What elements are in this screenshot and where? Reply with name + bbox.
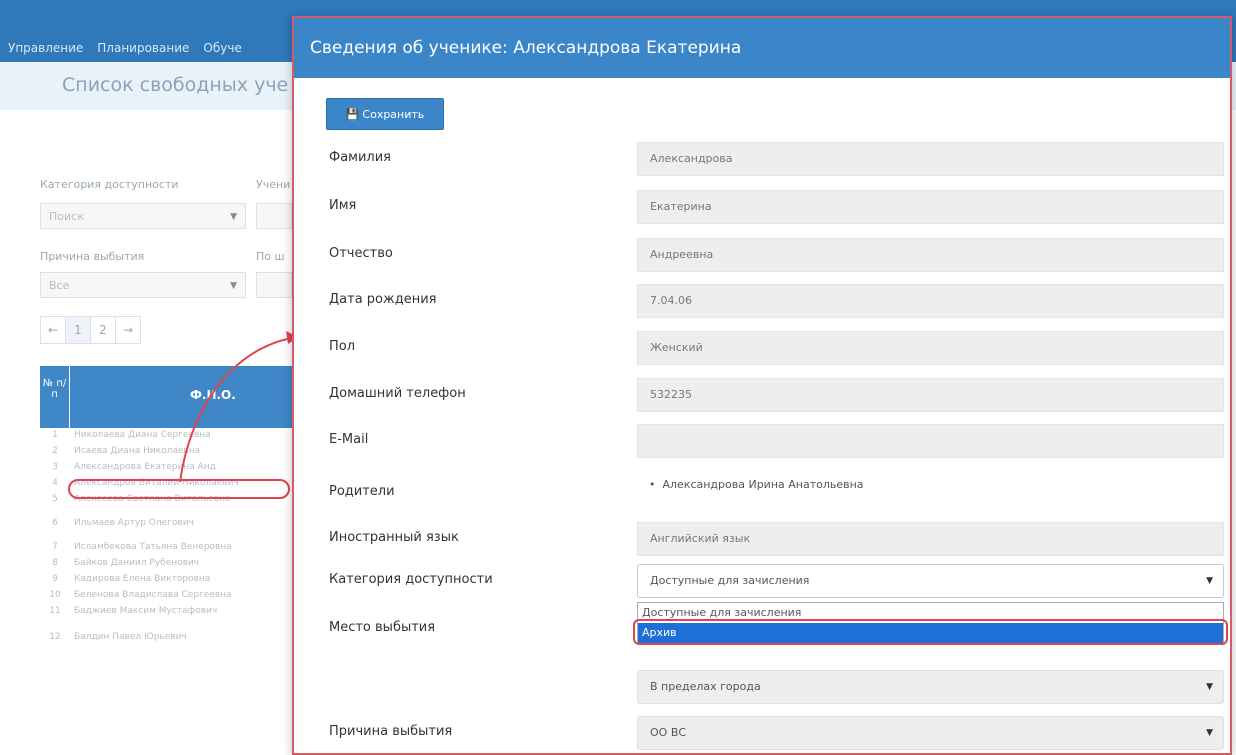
gender-label: Пол [329, 339, 356, 354]
birthdate-label: Дата рождения [329, 292, 437, 307]
departure-place-label: Место выбытия [329, 620, 436, 635]
table-row[interactable]: 12 Балдин Павел Юрьевич [40, 632, 300, 648]
nav-item-management[interactable]: Управление [8, 36, 83, 60]
table-row[interactable]: 9 Кадирова Елена Викторовна [40, 574, 300, 590]
email-field[interactable] [637, 424, 1224, 458]
chevron-down-icon: ▼ [1206, 576, 1213, 586]
home-phone-field[interactable]: 532235 [637, 378, 1224, 412]
table-row[interactable]: 8 Байков Даниил Рубенович [40, 558, 300, 574]
selected-row-highlight [68, 479, 290, 499]
by-filter-label: По ш [256, 250, 285, 263]
field-row-name: Имя Екатерина [294, 190, 1230, 226]
field-row-departure-reason: Причина выбытия ОО ВС ▼ [294, 716, 1230, 752]
chevron-down-icon: ▼ [1206, 728, 1213, 738]
pager-page-1[interactable]: 1 [65, 316, 91, 344]
students-filter-select[interactable] [256, 203, 292, 229]
field-row-parents: Родители • Александрова Ирина Анатольевн… [294, 470, 1230, 506]
birthdate-field[interactable]: 7.04.06 [637, 284, 1224, 318]
home-phone-label: Домашний телефон [329, 386, 466, 401]
departure-reason-label: Причина выбытия [329, 724, 453, 739]
departure-reason-select[interactable]: ОО ВС ▼ [637, 716, 1224, 750]
pager-page-2[interactable]: 2 [90, 316, 116, 344]
chevron-down-icon: ▼ [230, 281, 237, 291]
table-row[interactable]: 6 Ильмаев Артур Олегович [40, 518, 300, 542]
field-row-home-phone: Домашний телефон 532235 [294, 378, 1230, 414]
language-field[interactable]: Английский язык [637, 522, 1224, 556]
departure-place-value: В пределах города [650, 680, 761, 693]
save-button-label: Сохранить [362, 108, 425, 121]
student-details-modal: Сведения об ученике: Александрова Екатер… [292, 16, 1232, 755]
category-filter-value: Поиск [49, 210, 84, 223]
floppy-disk-icon: 💾 [345, 108, 360, 121]
category-select[interactable]: Доступные для зачисления ▼ [637, 564, 1224, 598]
name-label: Имя [329, 198, 357, 213]
departure-reason-value: ОО ВС [650, 726, 687, 739]
category-select-value: Доступные для зачисления [650, 574, 810, 587]
category-label: Категория доступности [329, 572, 493, 587]
chevron-down-icon: ▼ [1206, 682, 1213, 692]
category-filter-select[interactable]: Поиск ▼ [40, 203, 246, 229]
table-row[interactable]: 7 Исламбекова Татьяна Венеровна [40, 542, 300, 558]
field-row-patronymic: Отчество Андреевна [294, 238, 1230, 274]
table-row[interactable]: 3 Александрова Екатерина Анд [40, 462, 300, 478]
pagination: ← 1 2 → [40, 316, 141, 344]
field-row-gender: Пол Женский [294, 331, 1230, 367]
pager-next[interactable]: → [115, 316, 141, 344]
email-label: E-Mail [329, 432, 369, 447]
field-row-departure-place: Место выбытия [294, 612, 1230, 648]
field-row-email: E-Mail [294, 424, 1230, 460]
parent-list-item[interactable]: • Александрова Ирина Анатольевна [649, 478, 864, 491]
students-table-body: 1 Николаева Диана Сергеевна 2 Исаева Диана… [40, 430, 300, 648]
modal-title: Сведения об ученике: Александрова Екатер… [294, 18, 1230, 78]
language-label: Иностранный язык [329, 530, 459, 545]
table-row[interactable]: 10 Беленова Владислава Сергеевна [40, 590, 300, 606]
table-row[interactable]: 11 Баджиев Максим Мустафович [40, 606, 300, 632]
reason-filter-label: Причина выбытия [40, 250, 145, 263]
parents-label: Родители [329, 484, 395, 499]
nav-item-education[interactable]: Обуче [203, 36, 241, 60]
main-nav: Управление Планирование Обуче [0, 36, 242, 60]
surname-field[interactable]: Александрова [637, 142, 1224, 176]
reason-filter-value: Все [49, 279, 70, 292]
patronymic-field[interactable]: Андреевна [637, 238, 1224, 272]
field-row-language: Иностранный язык Английский язык [294, 522, 1230, 558]
students-filter-label: Учени [256, 178, 291, 191]
reason-filter-select[interactable]: Все ▼ [40, 272, 246, 298]
page-title: Список свободных уче [62, 74, 289, 96]
nav-item-planning[interactable]: Планирование [97, 36, 189, 60]
pager-prev[interactable]: ← [40, 316, 66, 344]
field-row-category: Категория доступности Доступные для зачи… [294, 564, 1230, 600]
students-table-header: № п/п Ф.И.О. [40, 366, 300, 428]
table-row[interactable]: 2 Исаева Диана Николаевна [40, 446, 300, 462]
col-header-name: Ф.И.О. [190, 388, 236, 402]
save-button[interactable]: 💾 Сохранить [326, 98, 444, 130]
name-field[interactable]: Екатерина [637, 190, 1224, 224]
chevron-down-icon: ▼ [230, 212, 237, 222]
field-row-surname: Фамилия Александрова [294, 142, 1230, 178]
table-row[interactable]: 1 Николаева Диана Сергеевна [40, 430, 300, 446]
by-filter-select[interactable] [256, 272, 292, 298]
category-filter-label: Категория доступности [40, 178, 179, 191]
departure-place-select[interactable]: В пределах города ▼ [637, 670, 1224, 704]
field-row-birthdate: Дата рождения 7.04.06 [294, 284, 1230, 320]
gender-field[interactable]: Женский [637, 331, 1224, 365]
surname-label: Фамилия [329, 150, 391, 165]
patronymic-label: Отчество [329, 246, 393, 261]
col-header-num: № п/п [40, 366, 70, 428]
field-row-departure-place-select: В пределах города ▼ [294, 670, 1230, 706]
